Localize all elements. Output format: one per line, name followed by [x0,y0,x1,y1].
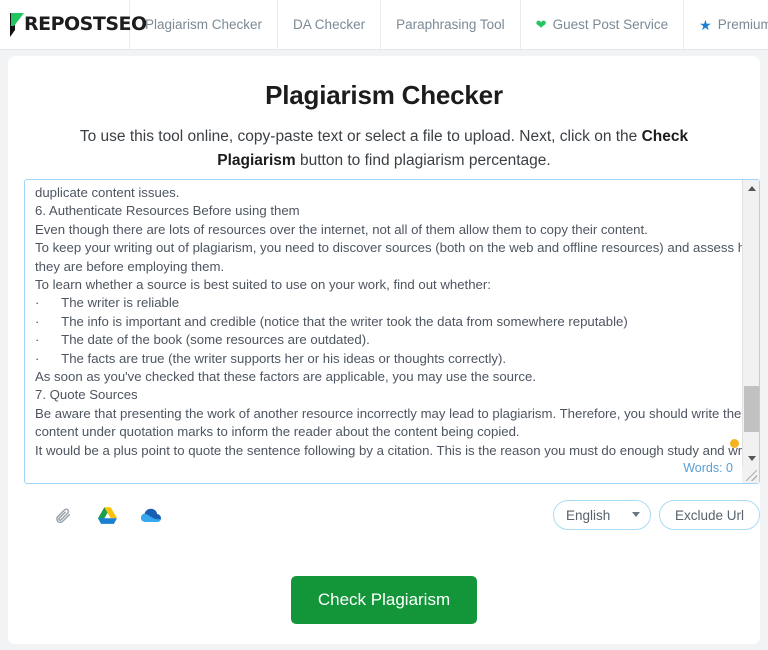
nav-item-guest-post-service[interactable]: ❤ Guest Post Service [521,0,685,49]
cursor-dot [730,439,739,448]
page-title: Plagiarism Checker [265,80,503,110]
editor-text-area[interactable]: duplicate content issues. 6. Authenticate… [25,180,742,461]
cloud-icon[interactable] [134,498,168,532]
editor-line: It would be a plus point to quote the se… [35,442,742,458]
editor-line: content under quotation marks to inform … [35,424,520,440]
upload-options [24,498,168,532]
nav-items: Plagiarism Checker DA Checker Paraphrasi… [130,0,768,49]
editor-options: English Exclude Url [552,500,760,530]
editor-line: 6. Authenticate Resources Before using t… [35,203,300,219]
editor-scrollbar[interactable] [742,180,759,483]
language-select-wrapper: English [552,500,651,530]
nav-item-plagiarism-checker[interactable]: Plagiarism Checker [130,0,279,49]
plagiarism-text-editor[interactable]: duplicate content issues. 6. Authenticate… [24,179,760,484]
main-card: Plagiarism Checker To use this tool onli… [8,56,760,644]
editor-line: they are before employing them. [35,258,225,274]
star-icon: ★ [699,16,712,33]
p-mark-icon [8,12,27,38]
nav-item-premium-plans[interactable]: ★ Premium Plans [684,0,768,49]
resize-grip-icon[interactable] [742,466,759,483]
nav-item-da-checker[interactable]: DA Checker [278,0,382,49]
exclude-url-button[interactable]: Exclude Url [658,500,760,530]
nav-item-label: Paraphrasing Tool [396,17,505,32]
editor-line: duplicate content issues. [35,185,180,200]
editor-line: To learn whether a source is best suited… [35,277,491,293]
editor-line: To keep your writing out of plagiarism, … [35,240,742,256]
language-select[interactable]: English [552,500,651,530]
page-description-part1: To use this tool online, copy-paste text… [79,128,642,145]
paperclip-icon[interactable] [46,498,80,532]
editor-line: · The facts are true (the writer support… [35,350,507,366]
heart-icon: ❤ [535,17,547,32]
scrollbar-thumb[interactable] [744,386,759,432]
editor-line: Be aware that presenting the work of ano… [35,405,742,421]
editor-toolbar: English Exclude Url [24,493,760,537]
nav-item-paraphrasing-tool[interactable]: Paraphrasing Tool [381,0,521,49]
nav-item-label: DA Checker [293,17,366,32]
page-description: To use this tool online, copy-paste text… [42,125,726,173]
editor-line: · The info is important and credible (no… [35,313,628,329]
editor-line: As soon as you've checked that these fac… [35,369,536,385]
top-navbar: REPOSTSEO Plagiarism Checker DA Checker … [0,0,768,50]
nav-item-label: Plagiarism Checker [145,17,263,32]
editor-line: · The date of the book (some resources a… [35,332,370,348]
editor-line: · The writer is reliable [35,295,180,311]
check-plagiarism-button[interactable]: Check Plagiarism [290,576,478,624]
arrow-up-icon[interactable] [743,180,760,196]
page-description-part2: button to find plagiarism percentage. [295,152,551,170]
word-count: Words: 0 [683,461,733,475]
submit-row: Check Plagiarism [8,576,760,624]
editor-line: Even though there are lots of resources … [35,221,648,237]
google-drive-icon[interactable] [90,498,124,532]
logo-text: REPOSTSEO [24,13,147,35]
nav-item-label: Premium Plans [717,17,768,32]
nav-item-label: Guest Post Service [552,17,669,32]
arrow-down-icon[interactable] [743,450,760,466]
editor-line: 7. Quote Sources [35,387,138,403]
site-logo[interactable]: REPOSTSEO [0,0,147,49]
